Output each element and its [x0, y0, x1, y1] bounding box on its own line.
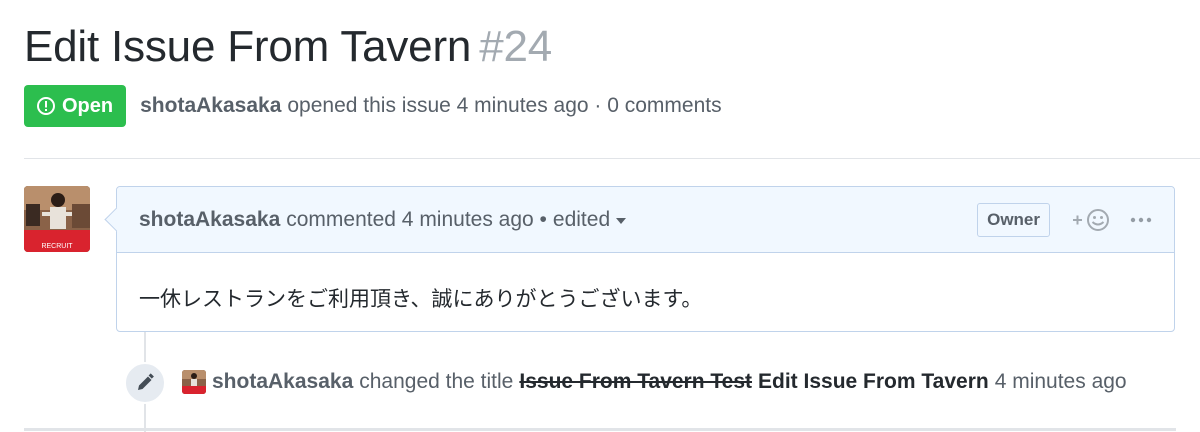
issue-title: Edit Issue From Tavern	[24, 22, 472, 71]
issue-opened-icon	[37, 97, 55, 115]
event-time-link[interactable]: 4 minutes ago	[995, 370, 1127, 394]
issue-state-badge: Open	[24, 85, 127, 127]
avatar-brand-text: RECRUIT	[41, 243, 73, 250]
new-title: Edit Issue From Tavern	[758, 370, 989, 393]
issue-page: Edit Issue From Tavern #24 Open shotaAkas…	[0, 0, 1200, 432]
timeline-bottom-divider	[24, 428, 1176, 431]
owner-badge: Owner	[977, 203, 1050, 237]
edited-dropdown[interactable]: edited	[552, 207, 627, 232]
more-options-button[interactable]	[1130, 217, 1152, 223]
header-divider	[24, 158, 1200, 159]
event-action-text: changed the title	[359, 370, 514, 393]
comment-box: shotaAkasaka commented 4 minutes ago • e…	[116, 186, 1175, 332]
avatar-photo: RECRUIT	[24, 186, 90, 252]
issue-state-label: Open	[62, 94, 114, 117]
comment-actions: Owner	[977, 187, 1152, 253]
edited-label: edited	[552, 207, 611, 231]
issue-header: Edit Issue From Tavern #24 Open shotaAkas…	[24, 20, 1200, 127]
old-title: Issue From Tavern Test	[519, 370, 753, 393]
comment-header: shotaAkasaka commented 4 minutes ago • e…	[117, 187, 1174, 253]
avatar[interactable]: RECRUIT	[24, 186, 90, 252]
issue-meta: Open shotaAkasaka opened this issue 4 mi…	[24, 85, 1200, 127]
event-author-link[interactable]: shotaAkasaka	[212, 370, 353, 394]
rename-event: shotaAkasaka changed the title Issue Fro…	[182, 370, 1127, 394]
event-badge	[124, 362, 166, 404]
avatar-photo-small	[182, 370, 206, 394]
avatar[interactable]	[182, 370, 206, 394]
issue-title-row: Edit Issue From Tavern #24	[24, 20, 1200, 74]
add-reaction-button[interactable]	[1072, 207, 1112, 233]
comment-body: 一休レストランをご利用頂き、誠にありがとうございます。	[139, 288, 703, 311]
comment-author-link[interactable]: shotaAkasaka	[139, 208, 280, 232]
pencil-icon	[138, 373, 154, 390]
kebab-horizontal-icon	[1130, 217, 1152, 223]
smiley-plus-icon	[1073, 209, 1109, 231]
issue-meta-text: opened this issue 4 minutes ago · 0 comm…	[287, 94, 722, 117]
comment-action-text: commented 4 minutes ago •	[286, 207, 547, 231]
issue-number: #24	[479, 22, 552, 71]
issue-author-link[interactable]: shotaAkasaka	[140, 94, 281, 118]
chevron-down-icon	[616, 217, 627, 224]
